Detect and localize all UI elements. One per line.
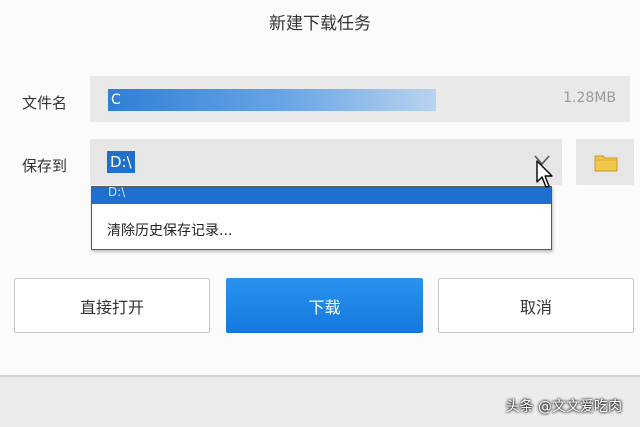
save-path-value[interactable]: D:\ (107, 151, 135, 173)
file-size: 1.28MB (563, 90, 616, 106)
dropdown-item-clear-history[interactable]: 清除历史保存记录... (107, 220, 232, 240)
browse-folder-button[interactable] (576, 139, 634, 185)
file-name-field[interactable]: C 1.28MB (90, 76, 630, 122)
mouse-cursor-icon (535, 160, 557, 194)
new-download-dialog: 新建下载任务 文件名 C 1.28MB 保存到 D:\ D:\ 清除历史保存记录… (0, 0, 640, 375)
save-to-label: 保存到 (22, 157, 68, 175)
open-directly-button[interactable]: 直接打开 (14, 278, 210, 333)
dialog-title: 新建下载任务 (269, 14, 371, 34)
cancel-button[interactable]: 取消 (438, 278, 634, 333)
file-name-label: 文件名 (22, 94, 68, 112)
download-button[interactable]: 下载 (226, 278, 423, 333)
divider (0, 375, 640, 377)
file-name-value[interactable]: C (108, 89, 436, 111)
save-path-combobox[interactable]: D:\ (90, 139, 562, 185)
save-path-dropdown: D:\ 清除历史保存记录... (91, 186, 552, 250)
dropdown-item-highlighted[interactable]: D:\ (92, 187, 551, 204)
watermark: 头条 @文文爱吃肉 (505, 399, 622, 415)
